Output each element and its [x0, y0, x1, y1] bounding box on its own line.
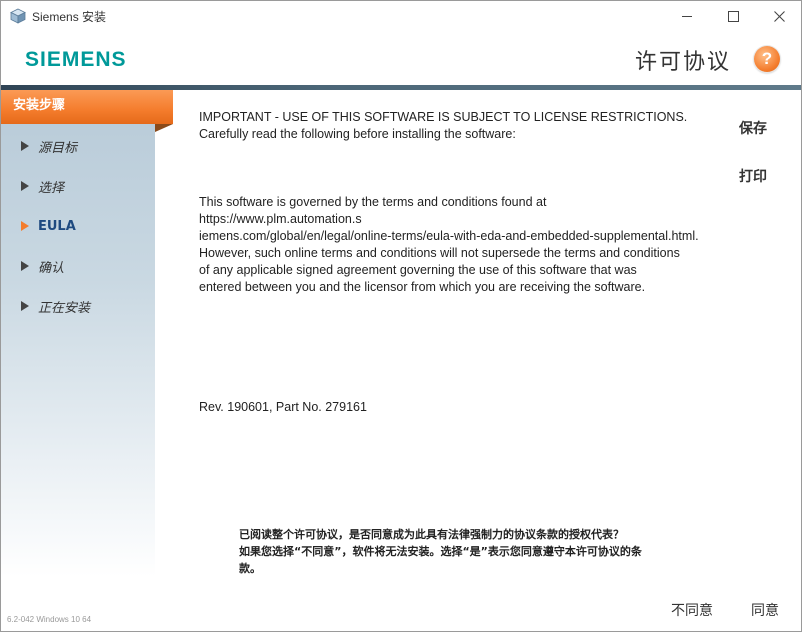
- minimize-button[interactable]: [664, 1, 710, 31]
- step-select: 选择: [21, 176, 64, 196]
- help-icon[interactable]: ?: [754, 46, 780, 72]
- step-label: 确认: [38, 260, 65, 276]
- license-revision: Rev. 190601, Part No. 279161: [199, 400, 367, 414]
- disagree-button[interactable]: 不同意: [671, 600, 713, 620]
- version-label: 6.2-042 Windows 10 64: [7, 615, 92, 624]
- license-intro: IMPORTANT - USE OF THIS SOFTWARE IS SUBJ…: [199, 110, 688, 141]
- sidebar-heading: 安装步骤: [1, 90, 173, 124]
- step-arrow-icon: [21, 221, 29, 231]
- save-button[interactable]: 保存: [739, 118, 767, 138]
- license-terms: This software is governed by the terms a…: [199, 195, 699, 294]
- step-label: 源目标: [38, 140, 78, 156]
- step-label: 选择: [38, 180, 65, 196]
- step-label: 正在安装: [38, 300, 91, 316]
- close-button[interactable]: [756, 1, 801, 31]
- step-arrow-icon: [21, 261, 29, 271]
- header: SIEMENS 许可协议 ?: [1, 31, 801, 85]
- agreement-question: 已阅读整个许可协议，是否同意成为此具有法律强制力的协议条款的授权代表？ 如果您选…: [239, 528, 642, 575]
- window-title: Siemens 安装: [32, 10, 107, 24]
- maximize-icon: [727, 10, 739, 22]
- step-label: EULA: [38, 218, 76, 234]
- title-bar: Siemens 安装: [1, 1, 801, 31]
- app-cube-icon: [10, 8, 26, 24]
- maximize-button[interactable]: [710, 1, 756, 31]
- page-title: 许可协议: [635, 50, 732, 75]
- installer-window: Siemens 安装 SIEMENS 许可协议 ? 安装步骤 源目标 选择 EU…: [0, 0, 802, 632]
- agree-button[interactable]: 同意: [751, 600, 779, 620]
- sidebar: 安装步骤 源目标 选择 EULA 确认 正在安装: [1, 90, 173, 631]
- sidebar-heading-notch: [155, 124, 173, 132]
- step-source: 源目标: [21, 136, 77, 156]
- minimize-icon: [682, 16, 692, 17]
- print-button[interactable]: 打印: [739, 166, 767, 186]
- step-arrow-icon: [21, 301, 29, 311]
- step-confirm: 确认: [21, 256, 64, 276]
- siemens-logo: SIEMENS: [25, 48, 127, 71]
- step-arrow-icon: [21, 181, 29, 191]
- close-icon: [773, 10, 785, 22]
- step-arrow-icon: [21, 141, 29, 151]
- step-eula: EULA: [21, 216, 76, 236]
- step-installing: 正在安装: [21, 296, 90, 316]
